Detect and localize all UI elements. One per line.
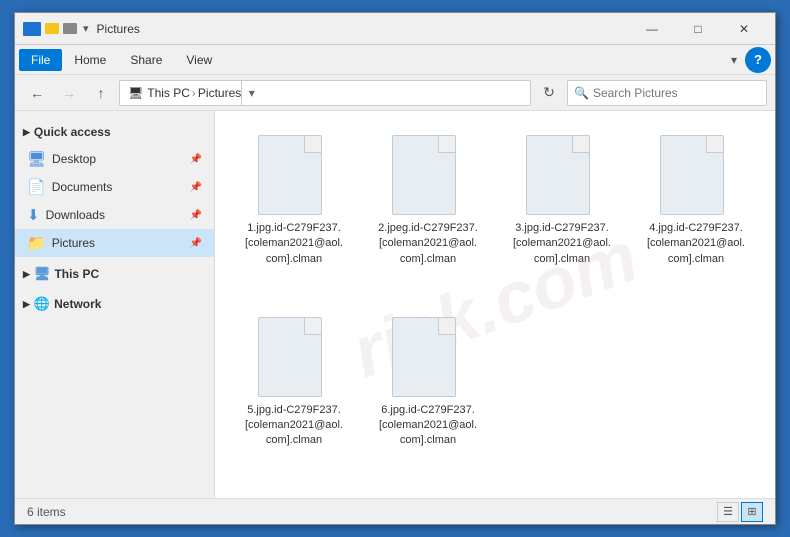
folder-icon-blue <box>23 22 41 36</box>
this-pc-header[interactable]: ▶ 🖥 This PC <box>15 261 214 287</box>
file-icon-container <box>258 317 330 397</box>
pin-icon-desktop: 📌 <box>190 154 202 165</box>
network-header[interactable]: ▶ 🌐 Network <box>15 291 214 317</box>
file-item[interactable]: 6.jpg.id-C279F237.[coleman2021@aol.com].… <box>365 309 491 483</box>
file-icon-container <box>392 135 464 215</box>
file-page-icon <box>660 135 724 215</box>
file-name: 2.jpeg.id-C279F237.[coleman2021@aol.com]… <box>378 221 478 267</box>
window-controls: — □ ✕ <box>629 13 767 45</box>
window-title: Pictures <box>97 22 629 36</box>
file-icon-container <box>660 135 732 215</box>
close-button[interactable]: ✕ <box>721 13 767 45</box>
address-bar: ← → ↑ 🖥 This PC › Pictures ▾ ↻ 🔍 <box>15 75 775 111</box>
maximize-button[interactable]: □ <box>675 13 721 45</box>
ribbon-collapse[interactable]: ▾ <box>723 49 745 71</box>
status-bar: 6 items ☰ ⊞ <box>15 498 775 524</box>
file-name: 3.jpg.id-C279F237.[coleman2021@aol.com].… <box>512 221 612 267</box>
sidebar-item-pictures[interactable]: 📁 Pictures 📌 <box>15 229 214 257</box>
breadcrumb-pictures[interactable]: Pictures <box>198 86 241 100</box>
menu-view[interactable]: View <box>174 49 224 71</box>
sidebar-desktop-label: Desktop <box>52 152 96 166</box>
pictures-icon: 📁 <box>27 234 46 252</box>
pin-icon-pictures: 📌 <box>190 238 202 249</box>
file-item[interactable]: 5.jpg.id-C279F237.[coleman2021@aol.com].… <box>231 309 357 483</box>
file-item[interactable]: 3.jpg.id-C279F237.[coleman2021@aol.com].… <box>499 127 625 301</box>
back-button[interactable]: ← <box>23 79 51 107</box>
sidebar: ▶ Quick access 🖥 Desktop 📌 📄 Documents 📌… <box>15 111 215 498</box>
pin-icon-downloads: 📌 <box>190 210 202 221</box>
file-icon-container <box>258 135 330 215</box>
desktop-icon: 🖥 <box>27 150 46 168</box>
file-name: 5.jpg.id-C279F237.[coleman2021@aol.com].… <box>244 403 344 449</box>
file-name: 4.jpg.id-C279F237.[coleman2021@aol.com].… <box>646 221 746 267</box>
sidebar-downloads-label: Downloads <box>46 208 105 222</box>
expand-icon-pc: ▶ <box>23 269 30 280</box>
network-icon: 🌐 <box>34 296 50 312</box>
pc-icon: 🖥 <box>34 266 51 282</box>
search-input[interactable] <box>593 86 760 100</box>
this-pc-label: This PC <box>54 267 99 281</box>
title-bar: ▾ Pictures — □ ✕ <box>15 13 775 45</box>
file-page-icon <box>392 317 456 397</box>
path-icon: 🖥 <box>128 86 143 100</box>
file-page-icon <box>526 135 590 215</box>
sidebar-item-desktop[interactable]: 🖥 Desktop 📌 <box>15 145 214 173</box>
item-count: 6 items <box>27 505 66 519</box>
file-item[interactable]: 1.jpg.id-C279F237.[coleman2021@aol.com].… <box>231 127 357 301</box>
menu-share[interactable]: Share <box>118 49 174 71</box>
search-icon: 🔍 <box>574 86 589 100</box>
network-section: ▶ 🌐 Network <box>15 291 214 317</box>
main-content: ▶ Quick access 🖥 Desktop 📌 📄 Documents 📌… <box>15 111 775 498</box>
refresh-button[interactable]: ↻ <box>535 79 563 107</box>
minimize-button[interactable]: — <box>629 13 675 45</box>
file-icon-container <box>526 135 598 215</box>
file-page-icon <box>258 135 322 215</box>
quick-access-label: Quick access <box>34 125 111 139</box>
help-button[interactable]: ? <box>745 47 771 73</box>
quick-access-header[interactable]: ▶ Quick access <box>15 119 214 145</box>
title-dropdown-arrow[interactable]: ▾ <box>83 22 89 35</box>
downloads-icon: ⬇ <box>27 206 40 224</box>
view-buttons: ☰ ⊞ <box>717 502 763 522</box>
expand-icon: ▶ <box>23 127 30 138</box>
title-bar-icons: ▾ <box>23 22 89 36</box>
forward-button[interactable]: → <box>55 79 83 107</box>
file-name: 1.jpg.id-C279F237.[coleman2021@aol.com].… <box>244 221 344 267</box>
address-path[interactable]: 🖥 This PC › Pictures ▾ <box>119 80 531 106</box>
file-icon-container <box>392 317 464 397</box>
menu-bar: File Home Share View ▾ ? <box>15 45 775 75</box>
sidebar-pictures-label: Pictures <box>52 236 95 250</box>
explorer-window: ▾ Pictures — □ ✕ File Home Share View ▾ … <box>14 12 776 525</box>
file-page-icon <box>258 317 322 397</box>
folder-icon-yellow <box>45 23 59 34</box>
quick-access-section: ▶ Quick access 🖥 Desktop 📌 📄 Documents 📌… <box>15 119 214 257</box>
folder-icon-gray <box>63 23 77 34</box>
file-item[interactable]: 4.jpg.id-C279F237.[coleman2021@aol.com].… <box>633 127 759 301</box>
file-area: risk.com 1.jpg.id-C279F237.[coleman2021@… <box>215 111 775 498</box>
menu-home[interactable]: Home <box>62 49 118 71</box>
breadcrumb-thispc[interactable]: This PC <box>147 86 190 100</box>
file-item[interactable]: 2.jpeg.id-C279F237.[coleman2021@aol.com]… <box>365 127 491 301</box>
this-pc-section: ▶ 🖥 This PC <box>15 261 214 287</box>
expand-icon-net: ▶ <box>23 299 30 310</box>
up-button[interactable]: ↑ <box>87 79 115 107</box>
file-grid: 1.jpg.id-C279F237.[coleman2021@aol.com].… <box>231 127 759 482</box>
sidebar-item-documents[interactable]: 📄 Documents 📌 <box>15 173 214 201</box>
docs-icon: 📄 <box>27 178 46 196</box>
address-dropdown[interactable]: ▾ <box>241 80 261 106</box>
file-page-icon <box>392 135 456 215</box>
pin-icon-docs: 📌 <box>190 182 202 193</box>
breadcrumb-sep: › <box>192 86 196 100</box>
file-name: 6.jpg.id-C279F237.[coleman2021@aol.com].… <box>378 403 478 449</box>
sidebar-docs-label: Documents <box>52 180 113 194</box>
network-label: Network <box>54 297 101 311</box>
menu-file[interactable]: File <box>19 49 62 71</box>
sidebar-item-downloads[interactable]: ⬇ Downloads 📌 <box>15 201 214 229</box>
search-box[interactable]: 🔍 <box>567 80 767 106</box>
list-view-button[interactable]: ☰ <box>717 502 739 522</box>
icon-view-button[interactable]: ⊞ <box>741 502 763 522</box>
